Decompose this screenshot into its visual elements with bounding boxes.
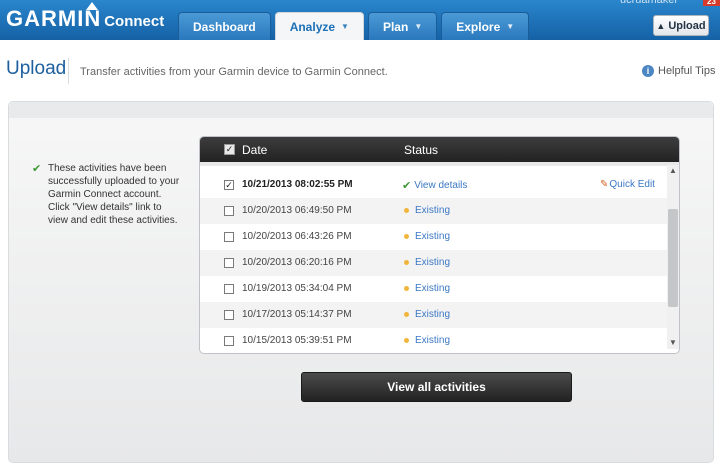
- existing-link[interactable]: Existing: [402, 335, 450, 346]
- scroll-up-icon[interactable]: ▲: [667, 165, 679, 177]
- view-all-activities-button[interactable]: View all activities: [301, 372, 572, 402]
- upload-button-label: Upload: [668, 19, 706, 32]
- nav-tab-label: Plan: [382, 19, 409, 34]
- logo-triangle-icon: [86, 2, 98, 10]
- chevron-down-icon: ▼: [341, 22, 349, 31]
- status-dot-icon: [404, 338, 409, 343]
- row-status: Existing: [415, 335, 451, 346]
- helpful-tips-label: Helpful Tips: [658, 65, 716, 77]
- table-row[interactable]: 10/17/2013 05:14:37 PM Existing: [200, 302, 667, 328]
- row-date: 10/17/2013 05:14:37 PM: [242, 309, 352, 320]
- table-row[interactable]: 10/20/2013 06:20:16 PM Existing: [200, 250, 667, 276]
- table-row[interactable]: 10/19/2013 05:34:04 PM Existing: [200, 276, 667, 302]
- column-header-status: Status: [404, 143, 439, 157]
- quick-edit-label: Quick Edit: [609, 179, 655, 190]
- table-row[interactable]: 10/20/2013 06:43:26 PM Existing: [200, 224, 667, 250]
- status-dot-icon: [404, 260, 409, 265]
- notification-badge[interactable]: 23: [703, 0, 720, 6]
- main-nav: Dashboard Analyze ▼ Plan ▼ Explore ▼: [178, 12, 533, 40]
- pencil-icon: ✎: [600, 179, 609, 190]
- column-header-date[interactable]: Date: [242, 143, 267, 157]
- logo-subtext: Connect: [104, 13, 165, 30]
- existing-link[interactable]: Existing: [402, 283, 450, 294]
- checkmark-icon: ✔: [32, 163, 42, 175]
- row-checkbox[interactable]: [224, 284, 234, 294]
- row-date: 10/20/2013 06:20:16 PM: [242, 257, 352, 268]
- table-scrollbar[interactable]: ▲ ▼: [667, 165, 679, 349]
- row-status: Existing: [415, 231, 451, 242]
- scrollbar-thumb[interactable]: [668, 209, 678, 307]
- row-checkbox[interactable]: [224, 206, 234, 216]
- table-header: ✓ Date Status: [200, 137, 679, 162]
- row-date: 10/21/2013 08:02:55 PM: [242, 179, 353, 190]
- nav-tab-label: Explore: [456, 19, 501, 34]
- table-row[interactable]: 10/20/2013 06:49:50 PM Existing: [200, 198, 667, 224]
- table-rows: ✓ 10/21/2013 08:02:55 PM ✔ View details ✎…: [200, 172, 667, 353]
- row-checkbox[interactable]: [224, 258, 234, 268]
- helpful-tips-link[interactable]: i Helpful Tips: [642, 65, 715, 77]
- row-status: Existing: [415, 283, 451, 294]
- chevron-down-icon: ▼: [414, 22, 423, 31]
- table-header-band: [200, 162, 679, 166]
- row-checkbox[interactable]: [224, 336, 234, 346]
- arrow-up-icon: ▲: [656, 20, 666, 31]
- page-title: Upload: [6, 58, 67, 79]
- existing-link[interactable]: Existing: [402, 309, 450, 320]
- checkmark-icon: ✔: [402, 180, 412, 192]
- nav-tab-analyze[interactable]: Analyze ▼: [274, 12, 364, 40]
- row-checkbox[interactable]: ✓: [224, 180, 234, 190]
- status-dot-icon: [404, 234, 409, 239]
- panel-top-band: [9, 102, 713, 118]
- row-status: Existing: [415, 205, 451, 216]
- row-date: 10/19/2013 05:34:04 PM: [242, 283, 352, 294]
- row-status: View details: [414, 180, 468, 191]
- existing-link[interactable]: Existing: [402, 257, 450, 268]
- quick-edit-link[interactable]: ✎ Quick Edit: [600, 179, 655, 190]
- title-divider: [68, 58, 69, 84]
- row-checkbox[interactable]: [224, 310, 234, 320]
- status-dot-icon: [404, 286, 409, 291]
- garmin-connect-logo[interactable]: GARMIN Connect: [6, 2, 165, 32]
- row-date: 10/20/2013 06:43:26 PM: [242, 231, 352, 242]
- row-date: 10/15/2013 05:39:51 PM: [242, 335, 352, 346]
- nav-tab-plan[interactable]: Plan ▼: [367, 12, 438, 40]
- success-message: ✔ These activities have been successfull…: [32, 162, 182, 227]
- info-icon: i: [642, 65, 654, 77]
- activities-table: ✓ Date Status ✓ 10/21/2013 08:02:55 PM ✔…: [199, 136, 680, 354]
- nav-tab-explore[interactable]: Explore ▼: [441, 12, 530, 40]
- status-dot-icon: [404, 208, 409, 213]
- upload-button[interactable]: ▲ Upload: [653, 15, 709, 36]
- existing-link[interactable]: Existing: [402, 231, 450, 242]
- status-dot-icon: [404, 312, 409, 317]
- row-status: Existing: [415, 309, 451, 320]
- view-details-link[interactable]: ✔ View details: [402, 179, 467, 192]
- row-date: 10/20/2013 06:49:50 PM: [242, 205, 352, 216]
- nav-tab-label: Dashboard: [193, 19, 256, 34]
- nav-tab-label: Analyze: [289, 19, 336, 34]
- nav-tab-dashboard[interactable]: Dashboard: [178, 12, 271, 40]
- table-row[interactable]: 10/15/2013 05:39:51 PM Existing: [200, 328, 667, 353]
- row-checkbox[interactable]: [224, 232, 234, 242]
- chevron-down-icon: ▼: [506, 22, 515, 31]
- existing-link[interactable]: Existing: [402, 205, 450, 216]
- username-link[interactable]: ucruamaker: [620, 0, 678, 6]
- top-header: GARMIN Connect Dashboard Analyze ▼ Plan ▼ E…: [0, 0, 720, 40]
- row-status: Existing: [415, 257, 451, 268]
- table-row[interactable]: ✓ 10/21/2013 08:02:55 PM ✔ View details ✎…: [200, 172, 667, 198]
- scroll-down-icon[interactable]: ▼: [667, 337, 679, 349]
- select-all-checkbox[interactable]: ✓: [224, 144, 235, 155]
- page-subtitle: Transfer activities from your Garmin dev…: [80, 66, 388, 78]
- success-message-text: These activities have been successfully …: [48, 163, 180, 226]
